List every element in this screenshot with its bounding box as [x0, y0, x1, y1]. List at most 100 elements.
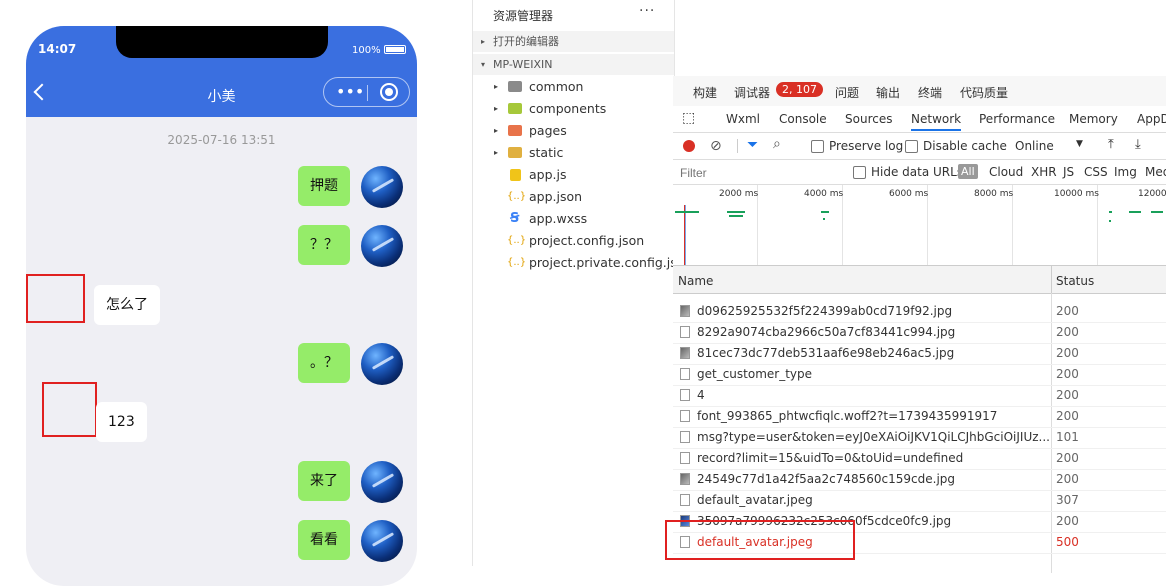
message-bubble-sent[interactable]: ？？	[298, 225, 350, 265]
user-avatar[interactable]	[361, 166, 403, 208]
devtools-panel: 构建 调试器 2, 107 问题 输出 终端 代码质量 ⬚ Wxml Conso…	[673, 76, 1166, 573]
error-count-badge: 2, 107	[776, 82, 823, 97]
tab-memory[interactable]: Memory	[1069, 112, 1118, 126]
tree-item-common[interactable]: ▸ common	[473, 76, 674, 98]
message-bubble-sent[interactable]: 。？	[298, 343, 350, 383]
filter-xhr[interactable]: XHR	[1031, 165, 1057, 179]
toolbar-divider	[737, 139, 738, 153]
debug-top-tabs: 构建 调试器 2, 107 问题 输出 终端 代码质量	[673, 76, 1166, 106]
hide-data-urls-label: Hide data URLs	[871, 165, 964, 179]
status-bar-time: 14:07	[38, 42, 77, 56]
request-name: msg?type=user&token=eyJ0eXAiOiJKV1QiLCJh…	[697, 430, 1049, 444]
column-divider[interactable]	[1051, 266, 1052, 293]
filter-all-button[interactable]: All	[958, 164, 978, 179]
dom-content-marker	[685, 205, 686, 265]
filter-icon[interactable]: ⏷	[747, 137, 758, 153]
preserve-log-checkbox[interactable]	[811, 140, 824, 153]
tab-problems[interactable]: 问题	[835, 84, 859, 101]
request-row[interactable]: msg?type=user&token=eyJ0eXAiOiJKV1QiLCJh…	[673, 427, 1166, 449]
column-name[interactable]: Name	[678, 274, 713, 288]
tree-item-static[interactable]: ▸ static	[473, 142, 674, 164]
import-har-icon[interactable]: ⤒	[1108, 137, 1114, 152]
request-row[interactable]: font_993865_phtwcfiqlc.woff2?t=173943599…	[673, 406, 1166, 428]
chevron-down-icon: ▾	[481, 60, 486, 69]
timeline-tick: 10000 ms	[1054, 189, 1099, 199]
request-name: 24549c77d1a42f5aa2c748560c159cde.jpg	[697, 472, 956, 486]
request-row[interactable]: 8292a9074cba2966c50a7cf83441c994.jpg 200	[673, 322, 1166, 344]
tree-item-label: pages	[529, 123, 567, 138]
more-actions-icon[interactable]: ···	[639, 3, 655, 19]
json-file-icon: {..}	[507, 235, 527, 246]
message-bubble-sent[interactable]: 押题	[298, 166, 350, 206]
timeline-tick: 12000	[1138, 189, 1166, 199]
filter-css[interactable]: CSS	[1084, 165, 1108, 179]
tab-performance[interactable]: Performance	[979, 112, 1055, 126]
mini-program-capsule[interactable]: •••	[323, 77, 410, 107]
tab-terminal[interactable]: 终端	[918, 84, 942, 101]
section-label: 打开的编辑器	[493, 35, 559, 48]
tab-code-quality[interactable]: 代码质量	[960, 84, 1008, 101]
clear-icon[interactable]: ⊘	[710, 138, 722, 154]
tab-console[interactable]: Console	[779, 112, 827, 126]
request-row[interactable]: d09625925532f5f224399ab0cd719f92.jpg 200	[673, 301, 1166, 323]
section-project[interactable]: ▾ MP-WEIXIN	[473, 54, 674, 75]
message-bubble-received[interactable]: 怎么了	[94, 285, 160, 325]
tree-item-project-private-config[interactable]: {..} project.private.config.js...	[473, 252, 674, 274]
tree-item-label: app.wxss	[529, 211, 588, 226]
filter-input[interactable]	[678, 164, 842, 182]
user-avatar[interactable]	[361, 343, 403, 385]
document-icon	[680, 410, 690, 422]
request-row[interactable]: 4 200	[673, 385, 1166, 407]
message-bubble-sent[interactable]: 来了	[298, 461, 350, 501]
timeline-bar	[1151, 211, 1163, 213]
more-dots-icon[interactable]: •••	[336, 83, 364, 101]
tree-item-app-wxss[interactable]: Ꞩ app.wxss	[473, 208, 674, 230]
section-label: MP-WEIXIN	[493, 58, 553, 71]
hide-data-urls-checkbox[interactable]	[853, 166, 866, 179]
record-icon[interactable]	[683, 140, 695, 152]
disable-cache-checkbox[interactable]	[905, 140, 918, 153]
tree-item-project-config[interactable]: {..} project.config.json	[473, 230, 674, 252]
tab-output[interactable]: 输出	[876, 84, 900, 101]
inspect-cursor-icon[interactable]: ⬚	[682, 110, 695, 126]
image-file-icon	[680, 305, 690, 317]
explorer-title: 资源管理器	[493, 9, 554, 23]
filter-cloud[interactable]: Cloud	[989, 165, 1023, 179]
user-avatar[interactable]	[361, 520, 403, 562]
tab-network[interactable]: Network	[911, 112, 962, 131]
message-bubble-received[interactable]: 123	[96, 402, 147, 442]
column-status[interactable]: Status	[1056, 274, 1094, 288]
filter-js[interactable]: JS	[1063, 165, 1074, 179]
request-row[interactable]: default_avatar.jpeg 307	[673, 490, 1166, 512]
tree-item-app-json[interactable]: {..} app.json	[473, 186, 674, 208]
export-har-icon[interactable]: ⤓	[1135, 137, 1141, 152]
search-icon[interactable]: ⌕	[773, 136, 781, 152]
filter-media[interactable]: Med	[1145, 165, 1166, 179]
request-name: font_993865_phtwcfiqlc.woff2?t=173943599…	[697, 409, 998, 423]
tab-debugger[interactable]: 调试器	[734, 84, 770, 101]
close-target-icon[interactable]	[380, 83, 398, 101]
battery-icon	[384, 45, 406, 54]
tab-wxml[interactable]: Wxml	[726, 112, 760, 126]
user-avatar[interactable]	[361, 461, 403, 503]
request-status: 200	[1056, 304, 1079, 318]
chevron-down-icon[interactable]: ▼	[1076, 139, 1083, 149]
request-status: 200	[1056, 388, 1079, 402]
tree-item-components[interactable]: ▸ components	[473, 98, 674, 120]
message-bubble-sent[interactable]: 看看	[298, 520, 350, 560]
tab-appdata[interactable]: AppD	[1137, 112, 1166, 126]
network-timeline[interactable]: 2000 ms 4000 ms 6000 ms 8000 ms 10000 ms…	[673, 185, 1166, 266]
tab-sources[interactable]: Sources	[845, 112, 892, 126]
section-open-editors[interactable]: ▸ 打开的编辑器	[473, 31, 674, 52]
tree-item-pages[interactable]: ▸ pages	[473, 120, 674, 142]
tree-item-app-js[interactable]: app.js	[473, 164, 674, 186]
request-row[interactable]: get_customer_type 200	[673, 364, 1166, 386]
user-avatar[interactable]	[361, 225, 403, 267]
throttle-select[interactable]: Online	[1015, 139, 1054, 153]
request-row[interactable]: 24549c77d1a42f5aa2c748560c159cde.jpg 200	[673, 469, 1166, 491]
filter-img[interactable]: Img	[1114, 165, 1137, 179]
filter-bar: Hide data URLs All Cloud XHR JS CSS Img …	[673, 160, 1166, 185]
request-row[interactable]: record?limit=15&uidTo=0&toUid=undefined …	[673, 448, 1166, 470]
tab-build[interactable]: 构建	[693, 84, 717, 101]
request-row[interactable]: 81cec73dc77deb531aaf6e98eb246ac5.jpg 200	[673, 343, 1166, 365]
